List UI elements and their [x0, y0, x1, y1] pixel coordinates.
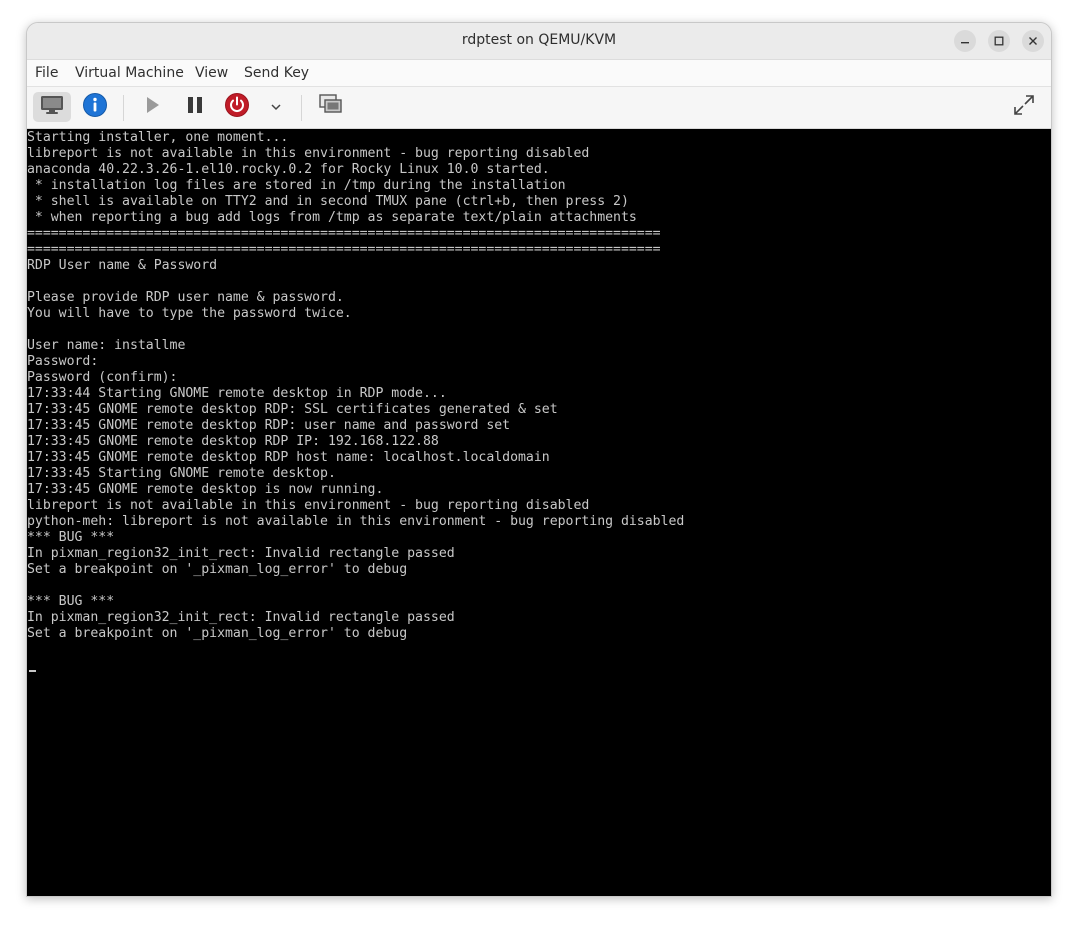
fullscreen-icon — [1012, 93, 1036, 121]
window-title: rdptest on QEMU/KVM — [461, 32, 617, 48]
play-icon — [142, 95, 162, 119]
console-line: In pixman_region32_init_rect: Invalid re… — [27, 610, 455, 625]
console-line: Password (confirm): — [27, 370, 178, 385]
snapshots-button[interactable] — [316, 92, 346, 122]
console-line: * shell is available on TTY2 and in seco… — [27, 194, 629, 209]
console-line: Set a breakpoint on '_pixman_log_error' … — [27, 562, 408, 577]
shutdown-button[interactable] — [222, 92, 252, 122]
minimize-icon — [960, 36, 970, 46]
toolbar-separator — [301, 95, 302, 121]
console-line: 17:33:45 GNOME remote desktop RDP: user … — [27, 418, 511, 433]
console-line: ========================================… — [27, 242, 661, 257]
console-line: *** BUG *** — [27, 530, 115, 545]
toolbar — [27, 87, 1051, 129]
console-line: Please provide RDP user name & password. — [27, 290, 344, 305]
title-bar[interactable]: rdptest on QEMU/KVM — [27, 23, 1051, 60]
pause-icon — [185, 95, 205, 119]
close-button[interactable] — [1022, 30, 1044, 52]
snapshots-icon — [319, 94, 343, 120]
maximize-icon — [994, 36, 1004, 46]
console-line: libreport is not available in this envir… — [27, 498, 590, 513]
console-line: User name: installme — [27, 338, 186, 353]
console-icon — [40, 95, 64, 119]
console-line: You will have to type the password twice… — [27, 306, 352, 321]
console-line: RDP User name & Password — [27, 258, 218, 273]
info-icon — [82, 92, 108, 122]
vm-console-display[interactable]: Starting installer, one moment... librepo… — [27, 129, 1051, 896]
close-icon — [1028, 36, 1038, 46]
console-line: Starting installer, one moment... — [27, 130, 289, 145]
console-line: 17:33:44 Starting GNOME remote desktop i… — [27, 386, 447, 401]
console-line: * installation log files are stored in /… — [27, 178, 566, 193]
console-line: 17:33:45 GNOME remote desktop RDP host n… — [27, 450, 550, 465]
console-line: 17:33:45 GNOME remote desktop RDP: SSL c… — [27, 402, 558, 417]
run-button[interactable] — [137, 92, 167, 122]
console-line: Set a breakpoint on '_pixman_log_error' … — [27, 626, 408, 641]
console-line: libreport is not available in this envir… — [27, 146, 590, 161]
console-line: ========================================… — [27, 226, 661, 241]
console-line: 17:33:45 GNOME remote desktop RDP IP: 19… — [27, 434, 439, 449]
console-line: 17:33:45 Starting GNOME remote desktop. — [27, 466, 336, 481]
console-line: python-meh: libreport is not available i… — [27, 514, 685, 529]
console-line: * when reporting a bug add logs from /tm… — [27, 210, 637, 225]
fullscreen-button[interactable] — [1009, 92, 1039, 122]
console-line: Password: — [27, 354, 99, 369]
chevron-down-icon — [270, 98, 282, 117]
menu-file[interactable]: File — [35, 65, 58, 81]
details-button[interactable] — [79, 92, 111, 122]
console-line: *** BUG *** — [27, 594, 115, 609]
toolbar-separator — [123, 95, 124, 121]
console-line: anaconda 40.22.3.26-1.el10.rocky.0.2 for… — [27, 162, 550, 177]
menu-view[interactable]: View — [195, 65, 228, 81]
pause-button[interactable] — [180, 92, 210, 122]
menu-send-key[interactable]: Send Key — [244, 65, 309, 81]
power-icon — [224, 92, 250, 122]
vm-window: rdptest on QEMU/KVM File Virtual Machine… — [26, 22, 1052, 897]
menu-virtual-machine[interactable]: Virtual Machine — [75, 65, 184, 81]
minimize-button[interactable] — [954, 30, 976, 52]
maximize-button[interactable] — [988, 30, 1010, 52]
shutdown-menu-button[interactable] — [265, 92, 287, 122]
console-line: In pixman_region32_init_rect: Invalid re… — [27, 546, 455, 561]
console-line: 17:33:45 GNOME remote desktop is now run… — [27, 482, 384, 497]
menu-bar: File Virtual Machine View Send Key — [27, 60, 1051, 87]
console-button[interactable] — [33, 92, 71, 122]
text-cursor — [29, 670, 36, 672]
